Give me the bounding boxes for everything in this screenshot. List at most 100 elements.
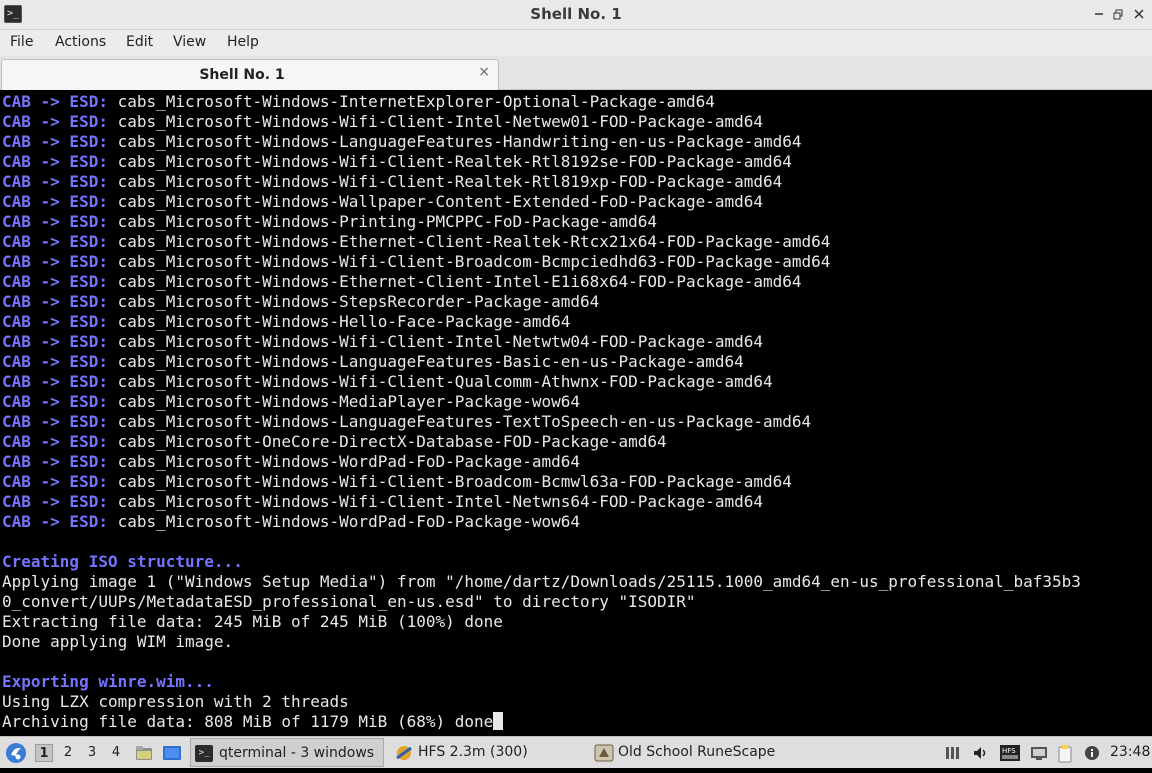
cab-esd-line: CAB -> ESD: cabs_Microsoft-Windows-Wifi-… [2, 172, 782, 192]
cab-package-name: cabs_Microsoft-Windows-WordPad-FoD-Packa… [117, 512, 580, 531]
title-bar[interactable]: >_ Shell No. 1 [0, 0, 1152, 30]
cab-esd-line: CAB -> ESD: cabs_Microsoft-Windows-Wifi-… [2, 492, 763, 512]
tray-network[interactable] [1030, 745, 1048, 761]
cab-esd-prefix: CAB -> ESD: [2, 512, 108, 531]
menu-help[interactable]: Help [227, 34, 259, 50]
cab-esd-line: CAB -> ESD: cabs_Microsoft-Windows-Langu… [2, 412, 811, 432]
runescape-icon [594, 744, 614, 762]
section-heading-winre: Exporting winre.wim... [2, 672, 214, 691]
cab-package-name: cabs_Microsoft-Windows-MediaPlayer-Packa… [117, 392, 580, 411]
task-runescape[interactable]: Old School RuneScape [592, 738, 792, 767]
tray-clipboard[interactable] [944, 745, 960, 761]
cab-package-name: cabs_Microsoft-Windows-Ethernet-Client-R… [117, 232, 831, 251]
cab-esd-line: CAB -> ESD: cabs_Microsoft-Windows-Wifi-… [2, 152, 792, 172]
cab-package-name: cabs_Microsoft-Windows-LanguageFeatures-… [117, 132, 802, 151]
cab-package-name: cabs_Microsoft-Windows-InternetExplorer-… [117, 92, 715, 111]
cab-esd-prefix: CAB -> ESD: [2, 452, 108, 471]
cab-esd-line: CAB -> ESD: cabs_Microsoft-Windows-Inter… [2, 92, 715, 112]
quicklaunch-files[interactable] [134, 743, 154, 763]
cab-esd-line: CAB -> ESD: cabs_Microsoft-Windows-Wifi-… [2, 332, 763, 352]
cab-package-name: cabs_Microsoft-Windows-StepsRecorder-Pac… [117, 292, 600, 311]
cab-esd-prefix: CAB -> ESD: [2, 212, 108, 231]
show-desktop-button[interactable] [162, 743, 182, 763]
terminal-output[interactable]: CAB -> ESD: cabs_Microsoft-Windows-Inter… [0, 90, 1152, 736]
cab-esd-prefix: CAB -> ESD: [2, 112, 108, 131]
cab-package-name: cabs_Microsoft-Windows-Wifi-Client-Qualc… [117, 372, 773, 391]
tray-volume[interactable] [972, 745, 988, 761]
output-line: Extracting file data: 245 MiB of 245 MiB… [2, 612, 503, 631]
cab-esd-prefix: CAB -> ESD: [2, 372, 108, 391]
cab-esd-prefix: CAB -> ESD: [2, 392, 108, 411]
cab-package-name: cabs_Microsoft-Windows-Wifi-Client-Realt… [117, 152, 792, 171]
menu-edit[interactable]: Edit [126, 34, 153, 50]
cab-package-name: cabs_Microsoft-OneCore-DirectX-Database-… [117, 432, 667, 451]
cab-esd-line: CAB -> ESD: cabs_Microsoft-Windows-Langu… [2, 132, 802, 152]
tab-close-button[interactable]: × [478, 64, 490, 80]
tab-bar: Shell No. 1 × [0, 56, 1152, 90]
hfs-tray-icon: HFS [1000, 745, 1020, 761]
cab-esd-line: CAB -> ESD: cabs_Microsoft-Windows-Wifi-… [2, 112, 763, 132]
workspace-2[interactable]: 2 [59, 744, 77, 762]
hfs-icon [394, 744, 412, 761]
terminal-icon: >_ [195, 745, 213, 762]
tab-shell-1[interactable]: Shell No. 1 × [1, 59, 499, 90]
cab-package-name: cabs_Microsoft-Windows-LanguageFeatures-… [117, 352, 744, 371]
desktop-icon [163, 746, 181, 760]
workspace-1[interactable]: 1 [35, 744, 53, 762]
cab-package-name: cabs_Microsoft-Windows-Printing-PMCPPC-F… [117, 212, 658, 231]
network-icon [1031, 747, 1047, 760]
tab-label: Shell No. 1 [199, 67, 285, 83]
tray-updates[interactable] [1084, 745, 1100, 761]
clock[interactable]: 23:48 [1110, 737, 1150, 768]
task-hfs[interactable]: HFS 2.3m (300) [390, 738, 586, 767]
menu-file[interactable]: File [10, 34, 33, 50]
workspace-4[interactable]: 4 [107, 744, 125, 762]
workspace-3[interactable]: 3 [83, 744, 101, 762]
cab-esd-line: CAB -> ESD: cabs_Microsoft-Windows-Wifi-… [2, 372, 773, 392]
tray-notes[interactable] [1056, 745, 1074, 763]
output-line: Applying image 1 ("Windows Setup Media")… [2, 572, 1081, 591]
grip-icon [946, 747, 959, 759]
output-line-current: Archiving file data: 808 MiB of 1179 MiB… [2, 712, 504, 732]
close-window-button[interactable] [1132, 6, 1146, 22]
tray-hfs[interactable]: HFS [1000, 745, 1020, 761]
cab-esd-prefix: CAB -> ESD: [2, 432, 108, 451]
cab-esd-line: CAB -> ESD: cabs_Microsoft-Windows-Ether… [2, 272, 802, 292]
cab-esd-line: CAB -> ESD: cabs_Microsoft-Windows-Wifi-… [2, 252, 830, 272]
cab-esd-prefix: CAB -> ESD: [2, 492, 108, 511]
cab-esd-line: CAB -> ESD: cabs_Microsoft-Windows-Hello… [2, 312, 570, 332]
clipboard-icon [1058, 745, 1072, 763]
cab-esd-prefix: CAB -> ESD: [2, 92, 108, 111]
cab-esd-line: CAB -> ESD: cabs_Microsoft-Windows-Wallp… [2, 192, 763, 212]
task-label: HFS 2.3m (300) [418, 744, 528, 760]
cab-esd-prefix: CAB -> ESD: [2, 352, 108, 371]
cab-esd-prefix: CAB -> ESD: [2, 192, 108, 211]
output-line: Using LZX compression with 2 threads [2, 692, 349, 711]
cab-package-name: cabs_Microsoft-Windows-WordPad-FoD-Packa… [117, 452, 580, 471]
cab-esd-prefix: CAB -> ESD: [2, 472, 108, 491]
cab-esd-line: CAB -> ESD: cabs_Microsoft-Windows-WordP… [2, 452, 580, 472]
close-icon: × [478, 64, 490, 80]
cab-esd-prefix: CAB -> ESD: [2, 172, 108, 191]
menu-actions[interactable]: Actions [55, 34, 106, 50]
cab-esd-line: CAB -> ESD: cabs_Microsoft-Windows-Langu… [2, 352, 744, 372]
restore-button[interactable] [1112, 6, 1126, 22]
cab-esd-prefix: CAB -> ESD: [2, 152, 108, 171]
cab-package-name: cabs_Microsoft-Windows-Wifi-Client-Broad… [117, 252, 831, 271]
output-line: Done applying WIM image. [2, 632, 234, 651]
cab-esd-line: CAB -> ESD: cabs_Microsoft-Windows-WordP… [2, 512, 580, 532]
cab-esd-line: CAB -> ESD: cabs_Microsoft-Windows-Steps… [2, 292, 599, 312]
menu-view[interactable]: View [173, 34, 206, 50]
output-line: 0_convert/UUPs/MetadataESD_professional_… [2, 592, 696, 611]
cab-esd-prefix: CAB -> ESD: [2, 412, 108, 431]
cab-esd-line: CAB -> ESD: cabs_Microsoft-Windows-Print… [2, 212, 657, 232]
cab-package-name: cabs_Microsoft-Windows-LanguageFeatures-… [117, 412, 812, 431]
cab-package-name: cabs_Microsoft-Windows-Wifi-Client-Intel… [117, 492, 764, 511]
start-menu-button[interactable] [5, 742, 27, 764]
cab-esd-prefix: CAB -> ESD: [2, 232, 108, 251]
task-label: qterminal - 3 windows [219, 745, 375, 761]
task-qterminal[interactable]: >_ qterminal - 3 windows [190, 738, 384, 767]
cab-esd-line: CAB -> ESD: cabs_Microsoft-Windows-Ether… [2, 232, 830, 252]
minimize-button[interactable] [1092, 6, 1106, 22]
cab-package-name: cabs_Microsoft-Windows-Wifi-Client-Realt… [117, 172, 783, 191]
